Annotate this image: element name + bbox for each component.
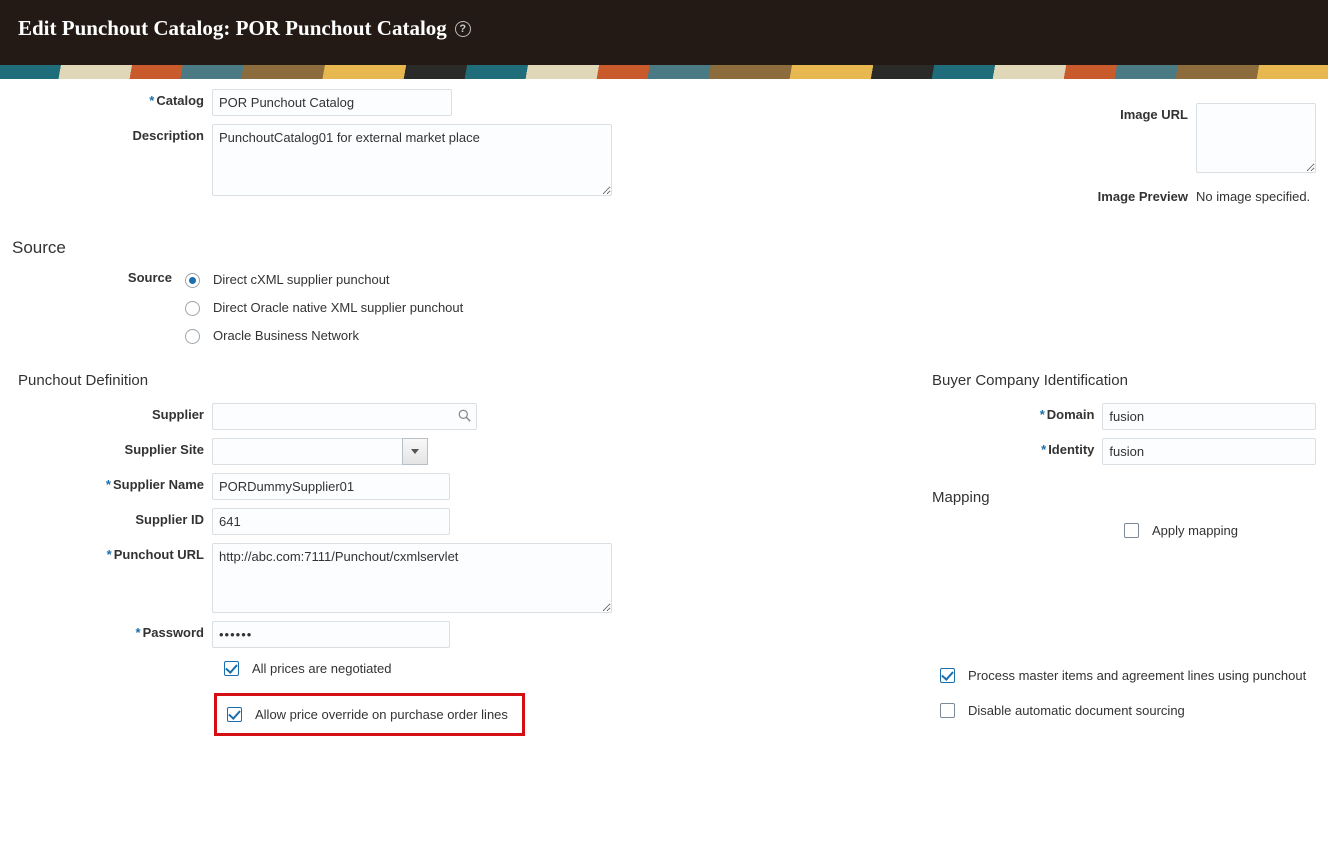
supplier-site-dropdown-button[interactable] xyxy=(402,438,428,465)
catalog-input[interactable] xyxy=(212,89,452,116)
image-url-label: Image URL xyxy=(1120,107,1188,122)
punchout-url-textarea[interactable]: http://abc.com:7111/Punchout/cxmlservlet xyxy=(212,543,612,613)
all-prices-negotiated-label: All prices are negotiated xyxy=(252,661,391,676)
description-label: Description xyxy=(132,128,204,143)
punchout-url-label: Punchout URL xyxy=(114,547,204,562)
identity-label: Identity xyxy=(1048,442,1094,457)
disable-sourcing-label: Disable automatic document sourcing xyxy=(968,703,1185,718)
source-radio-obn[interactable] xyxy=(185,329,200,344)
supplier-label: Supplier xyxy=(152,407,204,422)
supplier-name-input[interactable] xyxy=(212,473,450,500)
password-input[interactable] xyxy=(212,621,450,648)
description-textarea[interactable]: PunchoutCatalog01 for external market pl… xyxy=(212,124,612,196)
mapping-section-title: Mapping xyxy=(932,489,1316,506)
catalog-label: Catalog xyxy=(156,93,204,108)
supplier-input[interactable] xyxy=(212,403,477,430)
domain-label: Domain xyxy=(1047,407,1095,422)
source-option-0: Direct cXML supplier punchout xyxy=(213,272,390,287)
punchout-def-title: Punchout Definition xyxy=(18,372,622,389)
page-title-text: Edit Punchout Catalog: POR Punchout Cata… xyxy=(18,16,447,41)
domain-input[interactable] xyxy=(1102,403,1316,430)
supplier-site-input[interactable] xyxy=(212,438,402,465)
apply-mapping-label: Apply mapping xyxy=(1152,523,1238,538)
source-radio-native-xml[interactable] xyxy=(185,301,200,316)
disable-sourcing-checkbox[interactable] xyxy=(940,703,955,718)
supplier-site-label: Supplier Site xyxy=(125,442,204,457)
source-option-2: Oracle Business Network xyxy=(213,328,359,343)
image-url-textarea[interactable] xyxy=(1196,103,1316,173)
source-option-1: Direct Oracle native XML supplier puncho… xyxy=(213,300,463,315)
supplier-id-label: Supplier ID xyxy=(135,512,204,527)
process-master-label: Process master items and agreement lines… xyxy=(968,668,1306,683)
page-title: Edit Punchout Catalog: POR Punchout Cata… xyxy=(18,16,1310,41)
search-icon[interactable] xyxy=(458,409,471,425)
process-master-checkbox[interactable] xyxy=(940,668,955,683)
allow-price-override-label: Allow price override on purchase order l… xyxy=(255,707,508,722)
highlight-box: Allow price override on purchase order l… xyxy=(214,693,525,736)
apply-mapping-checkbox[interactable] xyxy=(1124,523,1139,538)
buyer-section-title: Buyer Company Identification xyxy=(932,372,1316,389)
page-header: Edit Punchout Catalog: POR Punchout Cata… xyxy=(0,0,1328,65)
source-radio-cxml[interactable] xyxy=(185,273,200,288)
source-label: Source xyxy=(128,270,172,285)
source-section-title: Source xyxy=(12,238,1316,258)
password-label: Password xyxy=(143,625,204,640)
page-content: *Catalog Description PunchoutCatalog01 f… xyxy=(0,79,1328,774)
decorative-ribbon xyxy=(0,65,1328,79)
image-preview-label: Image Preview xyxy=(1098,189,1188,204)
help-icon[interactable]: ? xyxy=(455,21,471,37)
allow-price-override-checkbox[interactable] xyxy=(227,707,242,722)
supplier-name-label: Supplier Name xyxy=(113,477,204,492)
supplier-id-input[interactable] xyxy=(212,508,450,535)
identity-input[interactable] xyxy=(1102,438,1316,465)
chevron-down-icon xyxy=(411,449,419,454)
all-prices-negotiated-checkbox[interactable] xyxy=(224,661,239,676)
image-preview-value: No image specified. xyxy=(1196,185,1310,204)
